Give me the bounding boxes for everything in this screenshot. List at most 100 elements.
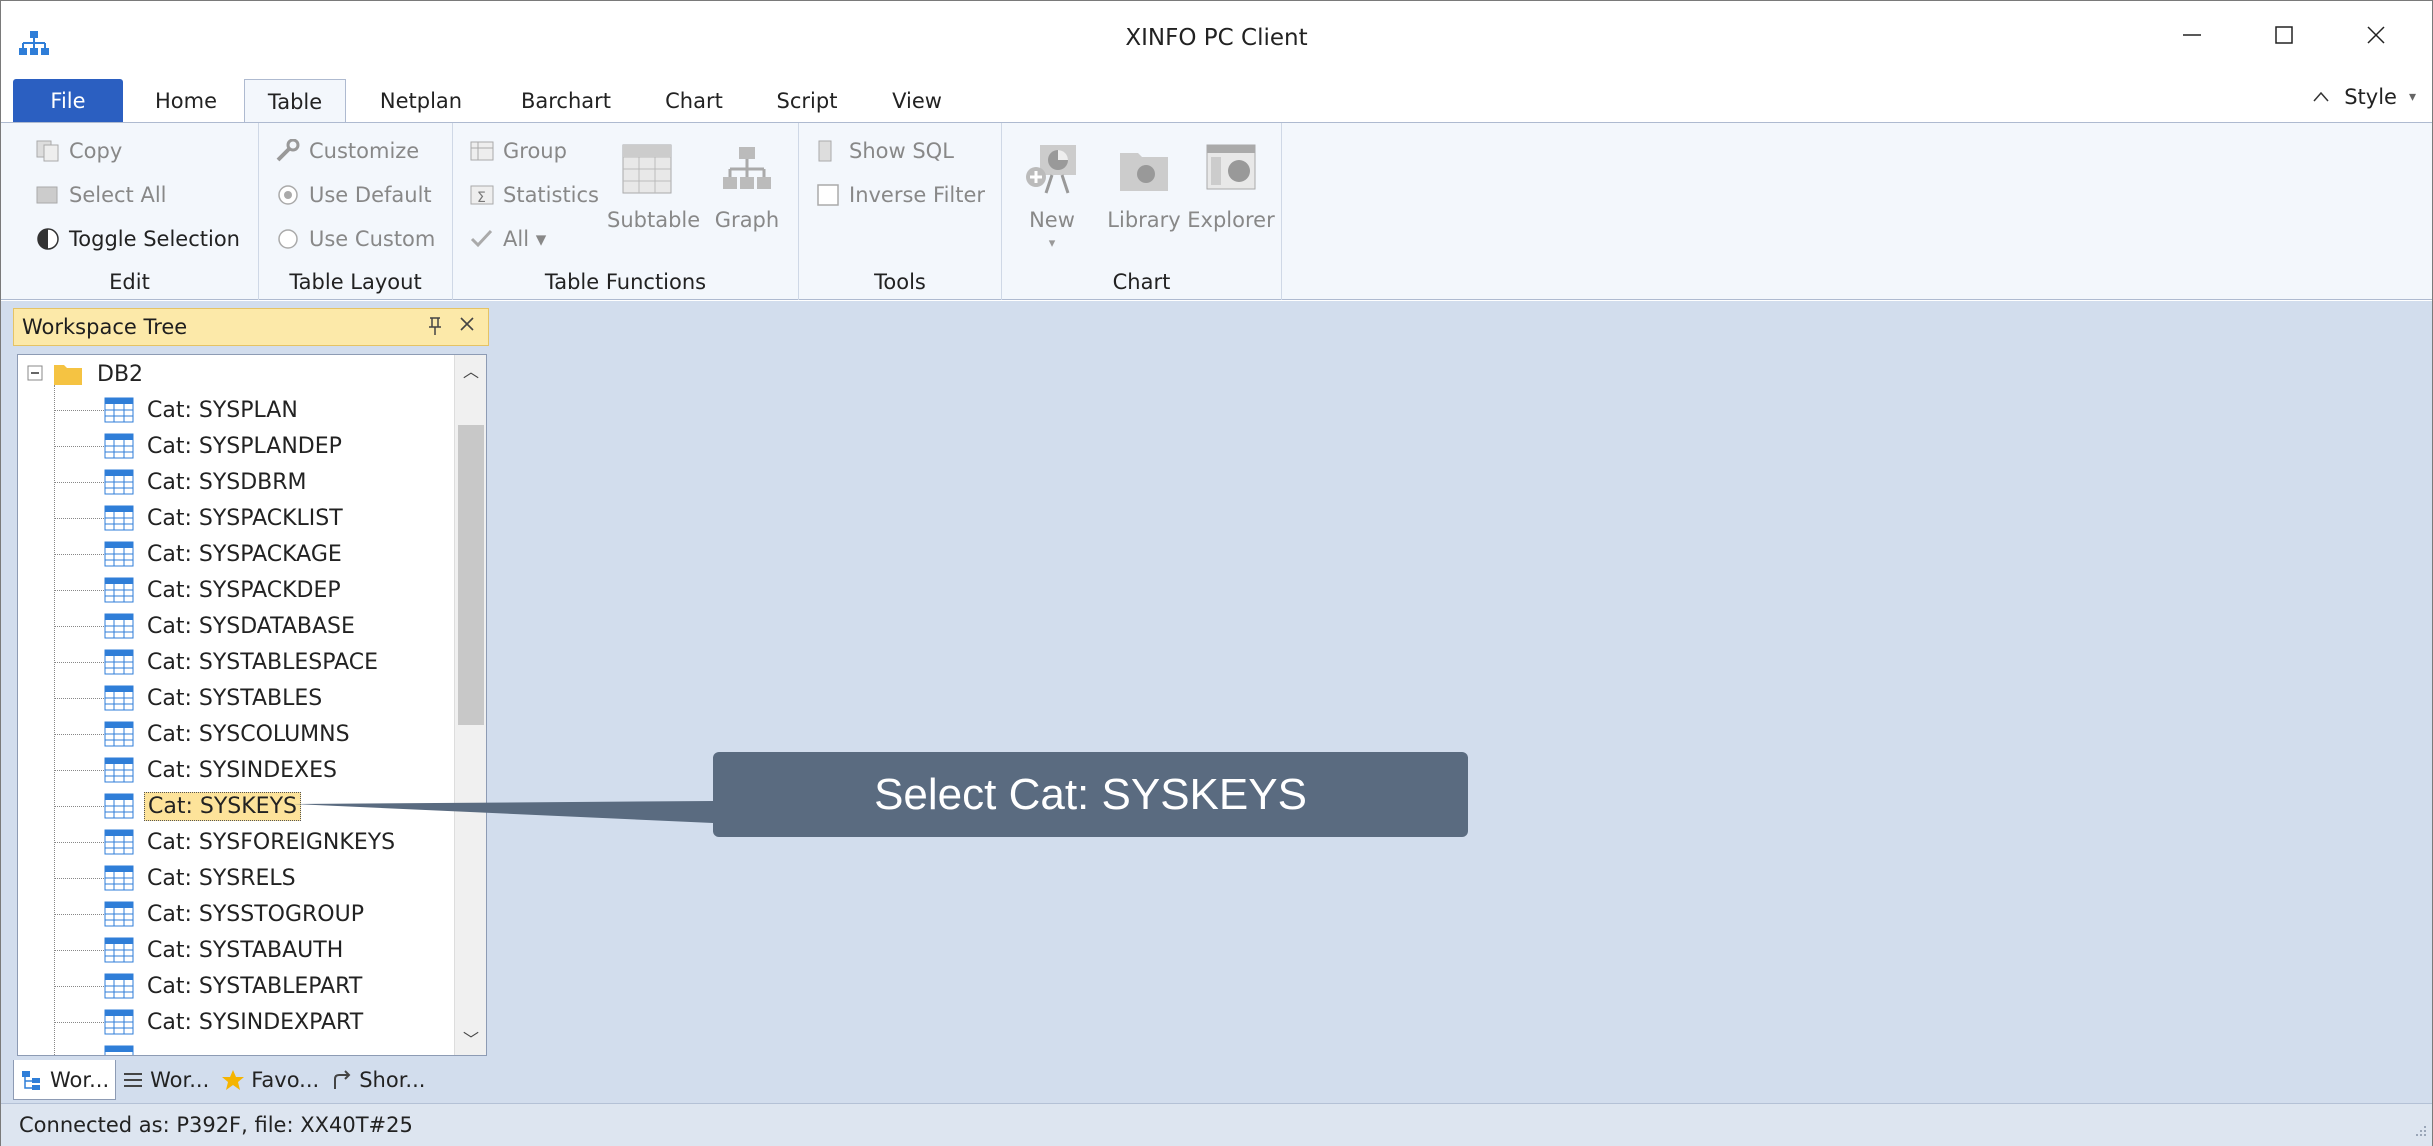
customize-button[interactable]: Customize — [275, 139, 419, 163]
tree-item[interactable]: Cat: SYSTABLEPART — [104, 969, 365, 1003]
tree-root-db2[interactable]: DB2 — [26, 357, 146, 391]
scroll-down-icon[interactable]: ﹀ — [455, 1023, 486, 1053]
maximize-icon — [2275, 26, 2293, 44]
tab-home[interactable]: Home — [141, 79, 231, 123]
folder-icon — [54, 365, 82, 385]
tree-item[interactable]: Cat: SYSCOLUMNS — [104, 717, 353, 751]
tab-view[interactable]: View — [877, 79, 957, 123]
all-dropdown[interactable]: All ▾ — [469, 227, 546, 251]
panel-close-icon[interactable] — [458, 313, 476, 339]
group-label-chart: Chart — [1112, 270, 1171, 294]
pin-icon[interactable] — [426, 315, 444, 342]
tree-item-label: Cat: SYSTABLESPACE — [147, 649, 379, 675]
select-all-button[interactable]: Select All — [35, 183, 167, 207]
group-label-table-layout: Table Layout — [289, 270, 422, 294]
inverse-filter-checkbox[interactable]: Inverse Filter — [815, 183, 985, 207]
title-bar: XINFO PC Client — [1, 1, 2432, 75]
checkmark-icon — [470, 229, 493, 248]
resize-grip-icon[interactable] — [2410, 1124, 2428, 1142]
minimize-icon — [2183, 34, 2201, 36]
tree-item[interactable]: Cat: SYSDBRM — [104, 465, 310, 499]
star-icon — [222, 1070, 245, 1090]
tree-guide-line — [54, 986, 106, 987]
chevron-down-icon: ▾ — [1048, 236, 1056, 251]
half-circle-icon — [37, 228, 59, 250]
tree-item[interactable]: Cat: SYSINDEXPART — [104, 1005, 366, 1039]
library-button[interactable]: Library — [1102, 141, 1186, 232]
new-chart-button[interactable]: New ▾ — [1014, 141, 1090, 251]
tree-item[interactable]: Cat: SYSTABAUTH — [104, 933, 346, 967]
close-icon — [2367, 26, 2385, 44]
app-window: XINFO PC Client File Home Table Netplan … — [0, 0, 2433, 1146]
scroll-thumb[interactable] — [458, 425, 484, 725]
tree-item[interactable]: Cat: SYSDATABASE — [104, 609, 358, 643]
tree-item-partial[interactable] — [104, 1041, 144, 1055]
group-button[interactable]: Group — [469, 139, 567, 163]
tree-item[interactable]: Cat: SYSRELS — [104, 861, 299, 895]
tab-shortcuts[interactable]: Shor... — [325, 1060, 431, 1100]
use-custom-label: Use Custom — [309, 227, 436, 251]
minimize-button[interactable] — [2159, 15, 2225, 55]
tree-item[interactable]: Cat: SYSPACKAGE — [104, 537, 345, 571]
tree-guide-line — [54, 590, 106, 591]
tree-guide-line — [54, 626, 106, 627]
table-icon — [104, 973, 134, 999]
table-icon — [104, 721, 134, 747]
workspace-tree[interactable]: DB2 Cat: SYSPLAN Cat: SYSPLANDEP Cat: SYSDB… — [17, 354, 487, 1056]
tab-script[interactable]: Script — [767, 79, 847, 123]
tree-item[interactable]: Cat: SYSTABLES — [104, 681, 325, 715]
tab-chart[interactable]: Chart — [654, 79, 734, 123]
shortcut-arrow-icon — [334, 1070, 351, 1089]
tree-item[interactable]: Cat: SYSFOREIGNKEYS — [104, 825, 398, 859]
tree-item[interactable]: Cat: SYSTABLESPACE — [104, 645, 381, 679]
tree-item-label: Cat: SYSCOLUMNS — [147, 721, 350, 747]
show-sql-button[interactable]: Show SQL — [815, 139, 954, 163]
customize-label: Customize — [309, 139, 420, 163]
tab-table[interactable]: Table — [244, 79, 346, 123]
graph-button[interactable]: Graph — [711, 141, 783, 232]
library-icon — [1120, 153, 1168, 191]
subtable-button[interactable]: Subtable — [607, 141, 700, 232]
tab-favorites[interactable]: Favo... — [215, 1060, 325, 1100]
tree-item[interactable]: Cat: SYSPLAN — [104, 393, 301, 427]
tab-file[interactable]: File — [13, 79, 123, 123]
copy-button[interactable]: Copy — [35, 139, 122, 163]
copy-label: Copy — [69, 139, 123, 163]
tree-item[interactable]: Cat: SYSKEYS — [104, 789, 301, 823]
statistics-label: Statistics — [503, 183, 599, 207]
scroll-up-icon[interactable]: ︿ — [455, 355, 486, 385]
tree-item-label: Cat: SYSSTOGROUP — [147, 901, 364, 927]
collapse-icon[interactable] — [26, 364, 46, 384]
tab-barchart[interactable]: Barchart — [511, 79, 621, 123]
tree-item-label: Cat: SYSPACKDEP — [147, 577, 341, 603]
tree-scrollbar[interactable]: ︿ ﹀ — [454, 355, 486, 1055]
tab-workspace-tree[interactable]: Wor... — [13, 1060, 117, 1100]
explorer-icon — [1206, 144, 1256, 190]
tree-guide-line — [54, 950, 106, 951]
panel-header: Workspace Tree — [13, 308, 489, 346]
table-icon — [104, 397, 134, 423]
tree-item[interactable]: Cat: SYSINDEXES — [104, 753, 340, 787]
maximize-button[interactable] — [2251, 15, 2317, 55]
explorer-button[interactable]: Explorer — [1184, 141, 1278, 232]
tree-item-label: Cat: SYSFOREIGNKEYS — [147, 829, 396, 855]
use-custom-radio[interactable]: Use Custom — [275, 227, 435, 251]
style-menu[interactable]: Style ▾ — [2310, 85, 2416, 109]
use-default-radio[interactable]: Use Default — [275, 183, 432, 207]
workspace-tree-panel: Workspace Tree DB2 Cat: SYSPLAN Cat: SYSPL… — [13, 308, 489, 1104]
all-label: All ▾ — [503, 227, 547, 251]
close-button[interactable] — [2343, 15, 2409, 55]
tree-item-label: Cat: SYSPLANDEP — [147, 433, 342, 459]
tree-item[interactable]: Cat: SYSPACKLIST — [104, 501, 346, 535]
status-bar: Connected as: P392F, file: XX40T#25 — [1, 1103, 2432, 1146]
toggle-selection-button[interactable]: Toggle Selection — [35, 227, 240, 251]
tree-item[interactable]: Cat: SYSSTOGROUP — [104, 897, 367, 931]
tab-netplan[interactable]: Netplan — [367, 79, 475, 123]
graph-label: Graph — [714, 208, 780, 232]
toggle-selection-label: Toggle Selection — [69, 227, 240, 251]
statistics-button[interactable]: Σ Statistics — [469, 183, 599, 207]
tree-item[interactable]: Cat: SYSPLANDEP — [104, 429, 345, 463]
tab-workspace-list[interactable]: Wor... — [116, 1060, 215, 1100]
tree-item-label: Cat: SYSINDEXPART — [147, 1009, 364, 1035]
tree-item[interactable]: Cat: SYSPACKDEP — [104, 573, 344, 607]
